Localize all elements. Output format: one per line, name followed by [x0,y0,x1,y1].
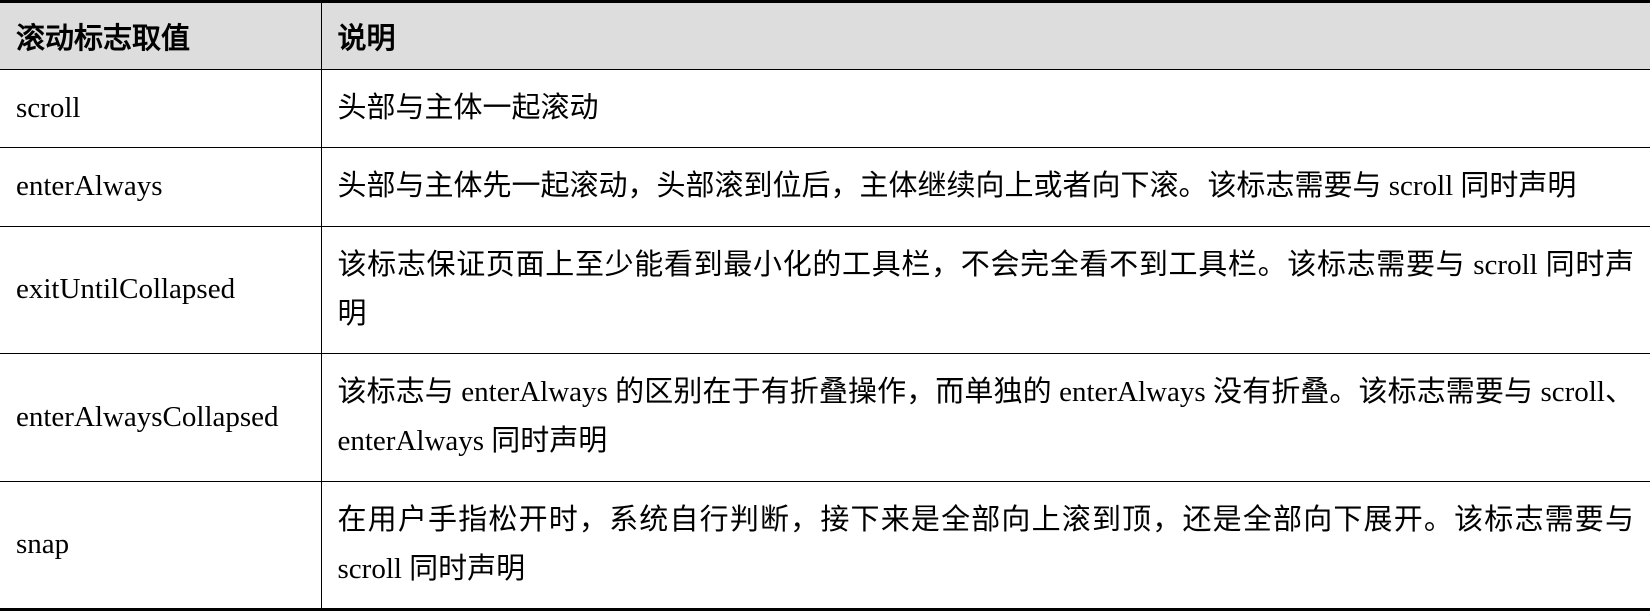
cell-value: exitUntilCollapsed [0,226,321,354]
scroll-flags-table: 滚动标志取值 说明 scroll 头部与主体一起滚动 enterAlways 头… [0,0,1650,611]
table-row: scroll 头部与主体一起滚动 [0,70,1650,148]
cell-value: enterAlways [0,148,321,226]
cell-value: enterAlwaysCollapsed [0,354,321,482]
cell-description: 在用户手指松开时，系统自行判断，接下来是全部向上滚到顶，还是全部向下展开。该标志… [321,481,1650,610]
cell-value: scroll [0,70,321,148]
cell-description: 该标志保证页面上至少能看到最小化的工具栏，不会完全看不到工具栏。该标志需要与 s… [321,226,1650,354]
table-row: enterAlways 头部与主体先一起滚动，头部滚到位后，主体继续向上或者向下… [0,148,1650,226]
header-description: 说明 [321,2,1650,70]
table-row: exitUntilCollapsed 该标志保证页面上至少能看到最小化的工具栏，… [0,226,1650,354]
table-header-row: 滚动标志取值 说明 [0,2,1650,70]
cell-description: 头部与主体先一起滚动，头部滚到位后，主体继续向上或者向下滚。该标志需要与 scr… [321,148,1650,226]
cell-description: 头部与主体一起滚动 [321,70,1650,148]
cell-description: 该标志与 enterAlways 的区别在于有折叠操作，而单独的 enterAl… [321,354,1650,482]
header-value: 滚动标志取值 [0,2,321,70]
cell-value: snap [0,481,321,610]
table-row: enterAlwaysCollapsed 该标志与 enterAlways 的区… [0,354,1650,482]
table-row: snap 在用户手指松开时，系统自行判断，接下来是全部向上滚到顶，还是全部向下展… [0,481,1650,610]
